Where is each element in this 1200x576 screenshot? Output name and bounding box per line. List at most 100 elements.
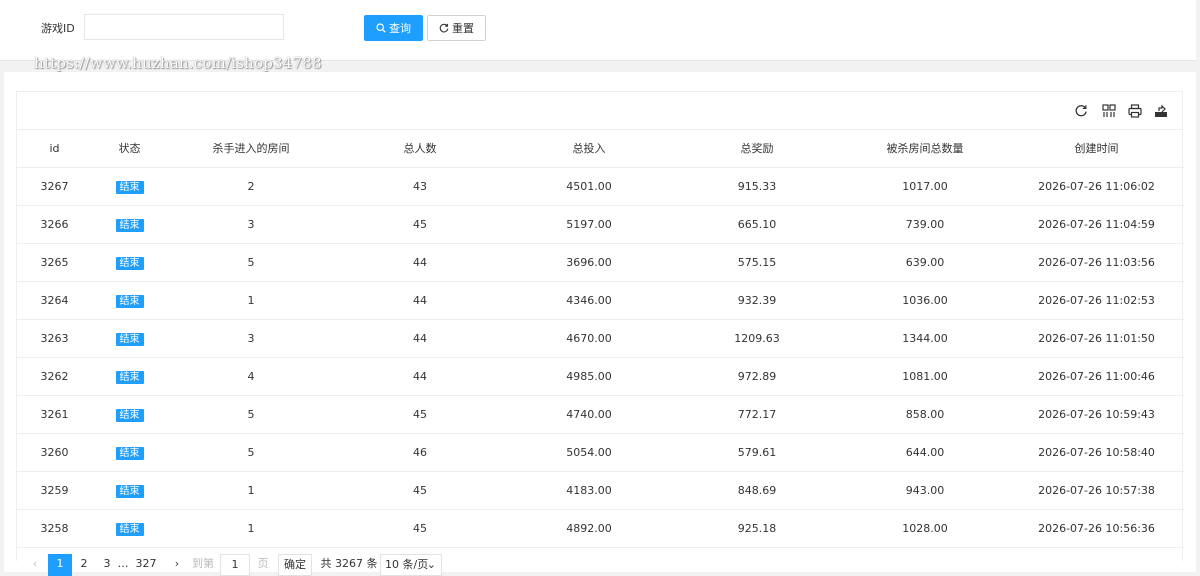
search-icon — [376, 23, 386, 33]
cell-status: 结束 — [92, 433, 167, 472]
cell-id: 3262 — [17, 357, 92, 396]
header-total-reward[interactable]: 总奖励 — [673, 129, 841, 168]
page-3-button[interactable]: 3 — [99, 554, 115, 576]
header-total-people[interactable]: 总人数 — [335, 129, 505, 168]
cell-killed-rooms: 644.00 — [841, 433, 1009, 472]
table-row[interactable]: 3267 结束 2 43 4501.00 915.33 1017.00 2026… — [17, 167, 1184, 206]
cell-killer-room: 5 — [167, 243, 335, 282]
query-button[interactable]: 查询 — [364, 15, 423, 41]
cell-total-reward: 1209.63 — [673, 319, 841, 358]
table-row[interactable]: 3263 结束 3 44 4670.00 1209.63 1344.00 202… — [17, 319, 1184, 358]
cell-total-input: 4892.00 — [505, 509, 673, 548]
cell-killed-rooms: 1036.00 — [841, 281, 1009, 320]
cell-killed-rooms: 1017.00 — [841, 167, 1009, 206]
cell-killed-rooms: 639.00 — [841, 243, 1009, 282]
next-page-button[interactable]: › — [172, 554, 182, 576]
cell-total-input: 5197.00 — [505, 205, 673, 244]
header-killed-rooms[interactable]: 被杀房间总数量 — [841, 129, 1009, 168]
header-created-time[interactable]: 创建时间 — [1009, 129, 1184, 168]
cell-id: 3258 — [17, 509, 92, 548]
cell-id: 3259 — [17, 471, 92, 510]
header-killer-room[interactable]: 杀手进入的房间 — [167, 129, 335, 168]
page-1-button[interactable]: 1 — [48, 554, 72, 576]
table-header-row: id 状态 杀手进入的房间 总人数 总投入 总奖励 被杀房间总数量 创建时间 — [17, 129, 1184, 168]
data-table: id 状态 杀手进入的房间 总人数 总投入 总奖励 被杀房间总数量 创建时间 3… — [17, 129, 1184, 548]
cell-status: 结束 — [92, 357, 167, 396]
page-size-select[interactable]: 10 条/页 ⌄ — [380, 554, 442, 576]
cell-id: 3266 — [17, 205, 92, 244]
cell-created-time: 2026-07-26 10:57:38 — [1009, 471, 1184, 510]
cell-killed-rooms: 1081.00 — [841, 357, 1009, 396]
columns-icon[interactable] — [1102, 104, 1116, 118]
cell-status: 结束 — [92, 243, 167, 282]
game-id-input[interactable] — [84, 14, 284, 40]
status-badge: 结束 — [115, 332, 144, 346]
cell-total-reward: 972.89 — [673, 357, 841, 396]
watermark-text: https://www.huzhan.com/ishop34788 — [34, 54, 322, 72]
cell-killed-rooms: 858.00 — [841, 395, 1009, 434]
goto-confirm-button[interactable]: 确定 — [278, 554, 312, 576]
cell-killer-room: 1 — [167, 509, 335, 548]
page-2-button[interactable]: 2 — [76, 554, 92, 576]
table-toolbar — [17, 92, 1182, 130]
header-id[interactable]: id — [17, 129, 92, 168]
status-badge: 结束 — [115, 180, 144, 194]
status-badge: 结束 — [115, 446, 144, 460]
prev-page-button[interactable]: ‹ — [30, 554, 40, 576]
cell-total-reward: 579.61 — [673, 433, 841, 472]
cell-id: 3264 — [17, 281, 92, 320]
table-row[interactable]: 3258 结束 1 45 4892.00 925.18 1028.00 2026… — [17, 509, 1184, 548]
goto-page-input[interactable]: 1 — [220, 554, 250, 576]
export-icon[interactable] — [1154, 104, 1168, 118]
data-table-container: id 状态 杀手进入的房间 总人数 总投入 总奖励 被杀房间总数量 创建时间 3… — [16, 91, 1184, 561]
reset-button[interactable]: 重置 — [427, 15, 486, 41]
status-badge: 结束 — [115, 218, 144, 232]
cell-created-time: 2026-07-26 11:03:56 — [1009, 243, 1184, 282]
cell-status: 结束 — [92, 319, 167, 358]
cell-id: 3263 — [17, 319, 92, 358]
cell-created-time: 2026-07-26 10:58:40 — [1009, 433, 1184, 472]
header-status[interactable]: 状态 — [92, 129, 167, 168]
table-row[interactable]: 3259 结束 1 45 4183.00 848.69 943.00 2026-… — [17, 471, 1184, 510]
cell-total-people: 44 — [335, 357, 505, 396]
total-count: 共 3267 条 — [320, 557, 378, 570]
page-last-button[interactable]: 327 — [133, 554, 159, 576]
cell-total-reward: 848.69 — [673, 471, 841, 510]
cell-status: 结束 — [92, 205, 167, 244]
cell-killer-room: 2 — [167, 167, 335, 206]
cell-id: 3261 — [17, 395, 92, 434]
cell-total-people: 44 — [335, 319, 505, 358]
status-badge: 结束 — [115, 370, 144, 384]
cell-total-people: 46 — [335, 433, 505, 472]
table-row[interactable]: 3266 结束 3 45 5197.00 665.10 739.00 2026-… — [17, 205, 1184, 244]
cell-total-people: 45 — [335, 395, 505, 434]
pagination: ‹ 1 2 3 … 327 › 到第 1 页 确定 共 3267 条 10 条/… — [16, 548, 616, 576]
table-row[interactable]: 3264 结束 1 44 4346.00 932.39 1036.00 2026… — [17, 281, 1184, 320]
table-row[interactable]: 3262 结束 4 44 4985.00 972.89 1081.00 2026… — [17, 357, 1184, 396]
cell-killer-room: 1 — [167, 281, 335, 320]
page-ellipsis: … — [117, 557, 129, 570]
cell-created-time: 2026-07-26 11:02:53 — [1009, 281, 1184, 320]
cell-killer-room: 5 — [167, 433, 335, 472]
cell-killed-rooms: 739.00 — [841, 205, 1009, 244]
table-row[interactable]: 3265 结束 5 44 3696.00 575.15 639.00 2026-… — [17, 243, 1184, 282]
cell-id: 3265 — [17, 243, 92, 282]
cell-killer-room: 5 — [167, 395, 335, 434]
cell-killer-room: 1 — [167, 471, 335, 510]
table-row[interactable]: 3261 结束 5 45 4740.00 772.17 858.00 2026-… — [17, 395, 1184, 434]
cell-total-reward: 915.33 — [673, 167, 841, 206]
cell-killer-room: 4 — [167, 357, 335, 396]
query-button-label: 查询 — [389, 22, 411, 35]
cell-total-input: 4740.00 — [505, 395, 673, 434]
table-panel: id 状态 杀手进入的房间 总人数 总投入 总奖励 被杀房间总数量 创建时间 3… — [4, 72, 1196, 572]
cell-created-time: 2026-07-26 11:01:50 — [1009, 319, 1184, 358]
table-row[interactable]: 3260 结束 5 46 5054.00 579.61 644.00 2026-… — [17, 433, 1184, 472]
status-badge: 结束 — [115, 256, 144, 270]
cell-total-input: 4670.00 — [505, 319, 673, 358]
header-total-input[interactable]: 总投入 — [505, 129, 673, 168]
print-icon[interactable] — [1128, 104, 1142, 118]
refresh-icon[interactable] — [1074, 104, 1088, 118]
goto-suffix: 页 — [257, 557, 269, 570]
cell-status: 结束 — [92, 167, 167, 206]
cell-total-reward: 665.10 — [673, 205, 841, 244]
